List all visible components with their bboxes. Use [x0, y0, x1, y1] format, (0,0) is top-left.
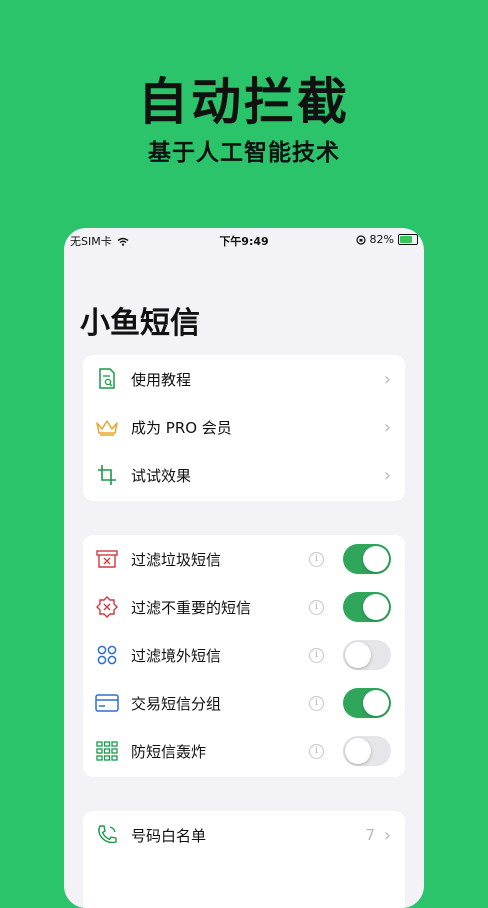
filter-label: 防短信轰炸	[131, 742, 207, 761]
menu-item-try[interactable]: 试试效果 ›	[83, 451, 405, 499]
phone-icon	[95, 823, 119, 847]
menu-item-label: 成为 PRO 会员	[131, 418, 232, 437]
menu-item-label: 试试效果	[131, 466, 192, 485]
toggle-unimportant[interactable]	[343, 592, 391, 622]
info-icon[interactable]: i	[309, 599, 324, 615]
whitelist-item[interactable]: 号码白名单 7 ›	[83, 811, 405, 859]
hero-subtitle: 基于人工智能技术	[148, 140, 340, 166]
filter-label: 过滤垃圾短信	[131, 550, 222, 569]
filters-card: 过滤垃圾短信 i 过滤不重要的短信 i 过滤境外短信 i 交易短信分组 i 防短…	[83, 535, 405, 777]
info-icon[interactable]: i	[309, 695, 324, 711]
grid-icon	[95, 739, 119, 763]
info-icon[interactable]: i	[309, 551, 324, 567]
chevron-right-icon: ›	[383, 464, 391, 486]
app-title: 小鱼短信	[80, 306, 200, 341]
toggle-overseas[interactable]	[343, 640, 391, 670]
battery-icon	[398, 234, 418, 245]
menu-item-tutorial[interactable]: 使用教程 ›	[83, 355, 405, 403]
status-right: 82%	[355, 233, 418, 246]
chevron-right-icon: ›	[383, 824, 391, 846]
filter-label: 过滤境外短信	[131, 646, 222, 665]
badge-x-icon	[95, 595, 119, 619]
loops-icon	[95, 643, 119, 667]
battery-percent: 82%	[369, 233, 394, 246]
hero-title: 自动拦截	[138, 73, 350, 131]
whitelist-label: 号码白名单	[131, 826, 207, 845]
info-icon[interactable]: i	[309, 743, 324, 759]
status-bar: 无SIM卡 下午9:49 82%	[64, 228, 424, 252]
credit-card-icon	[95, 691, 119, 715]
crop-icon	[95, 463, 119, 487]
filter-overseas: 过滤境外短信 i	[83, 631, 405, 679]
trash-box-icon	[95, 547, 119, 571]
filter-label: 交易短信分组	[131, 694, 222, 713]
info-icon[interactable]: i	[309, 647, 324, 663]
toggle-transaction[interactable]	[343, 688, 391, 718]
filter-label: 过滤不重要的短信	[131, 598, 252, 617]
phone-screen: 无SIM卡 下午9:49 82% 小鱼短信 使用教程 › 成为 PRO 会员 ›…	[64, 228, 424, 908]
filter-bombing: 防短信轰炸 i	[83, 727, 405, 775]
toggle-spam[interactable]	[343, 544, 391, 574]
filter-spam: 过滤垃圾短信 i	[83, 535, 405, 583]
orientation-lock-icon	[355, 234, 366, 245]
filter-unimportant: 过滤不重要的短信 i	[83, 583, 405, 631]
menu-card: 使用教程 › 成为 PRO 会员 › 试试效果 ›	[83, 355, 405, 501]
crown-icon	[95, 415, 119, 439]
filter-transaction: 交易短信分组 i	[83, 679, 405, 727]
menu-item-label: 使用教程	[131, 370, 192, 389]
whitelist-count: 7	[365, 826, 375, 844]
whitelist-card: 号码白名单 7 ›	[83, 811, 405, 908]
menu-item-pro[interactable]: 成为 PRO 会员 ›	[83, 403, 405, 451]
chevron-right-icon: ›	[383, 416, 391, 438]
toggle-bombing[interactable]	[343, 736, 391, 766]
chevron-right-icon: ›	[383, 368, 391, 390]
document-search-icon	[95, 367, 119, 391]
